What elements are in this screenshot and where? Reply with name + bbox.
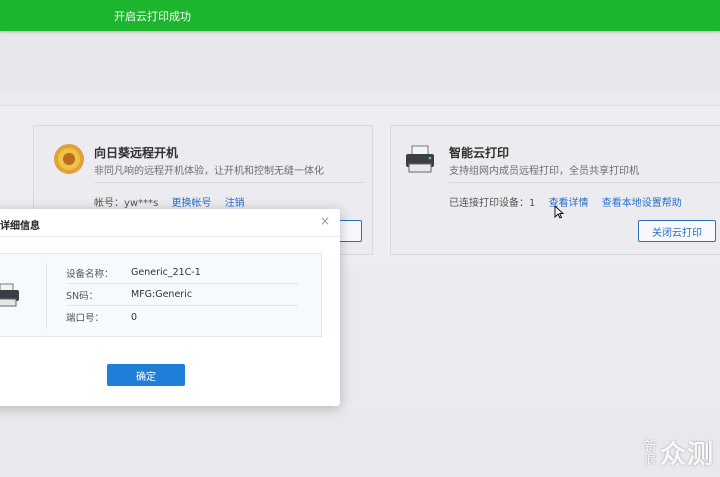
page-header-dimmed [0, 31, 720, 91]
port-value: 0 [131, 311, 138, 323]
watermark-small-top: 新 [643, 438, 656, 453]
change-account-link[interactable]: 更换帐号 [172, 198, 212, 209]
account-label: 帐号：yw***s [94, 198, 159, 209]
sn-value: MFG:Generic [131, 289, 193, 300]
divider [449, 182, 719, 183]
account-row: 帐号：yw***s 更换帐号 注销 [94, 194, 245, 209]
dialog-title: 详细信息 [0, 221, 40, 232]
device-info-box: 设备名称： Generic_21C-1 SN码： MFG:Generic 端口号… [0, 253, 322, 337]
cloud-print-title: 智能云打印 [449, 146, 510, 160]
connected-label: 已连接打印设备：1 [449, 198, 536, 209]
cloud-print-card: 智能云打印 支持组网内成员远程打印，全员共享打印机 已连接打印设备：1 查看详情… [390, 125, 720, 255]
port-label: 端口号： [66, 313, 105, 324]
close-cloud-print-button[interactable]: 关闭云打印 [638, 220, 716, 242]
divider [94, 182, 364, 183]
info-divider [46, 263, 47, 329]
confirm-button[interactable]: 确定 [107, 364, 185, 386]
port-row: 端口号： 0 [66, 306, 298, 328]
sn-row: SN码： MFG:Generic [66, 284, 298, 306]
printer-icon [0, 283, 19, 307]
watermark-big: 众测 [659, 440, 714, 470]
toast-message: 开启云打印成功 [114, 9, 191, 23]
sn-label: SN码： [66, 290, 99, 302]
watermark-small: 新 浪 [643, 438, 656, 466]
remote-boot-title: 向日葵远程开机 [94, 146, 179, 160]
watermark-logo: 新 浪 众测 [644, 434, 714, 471]
detail-dialog: 详细信息 × 设备名称： Generic_21C-1 SN码： MFG:Gene… [0, 209, 340, 406]
printer-icon [406, 145, 434, 173]
sunflower-icon [54, 144, 84, 174]
success-toast: 开启云打印成功 [0, 0, 720, 31]
logout-link[interactable]: 注销 [225, 198, 245, 209]
remote-boot-desc: 非同凡响的远程开机体验，让开机和控制无缝一体化 [94, 166, 324, 177]
local-help-link[interactable]: 查看本地设置帮助 [602, 198, 682, 209]
device-name-row: 设备名称： Generic_21C-1 [66, 262, 298, 284]
connected-row: 已连接打印设备：1 查看详情 查看本地设置帮助 [449, 194, 682, 209]
cloud-print-desc: 支持组网内成员远程打印，全员共享打印机 [449, 166, 639, 177]
watermark-small-bottom: 浪 [643, 451, 656, 466]
device-name-label: 设备名称： [66, 268, 114, 280]
device-name-value: Generic_21C-1 [131, 267, 201, 278]
close-icon[interactable]: × [320, 214, 330, 228]
dialog-divider [0, 236, 340, 237]
mouse-cursor-icon [554, 205, 564, 219]
page-footer-dimmed [0, 410, 720, 477]
